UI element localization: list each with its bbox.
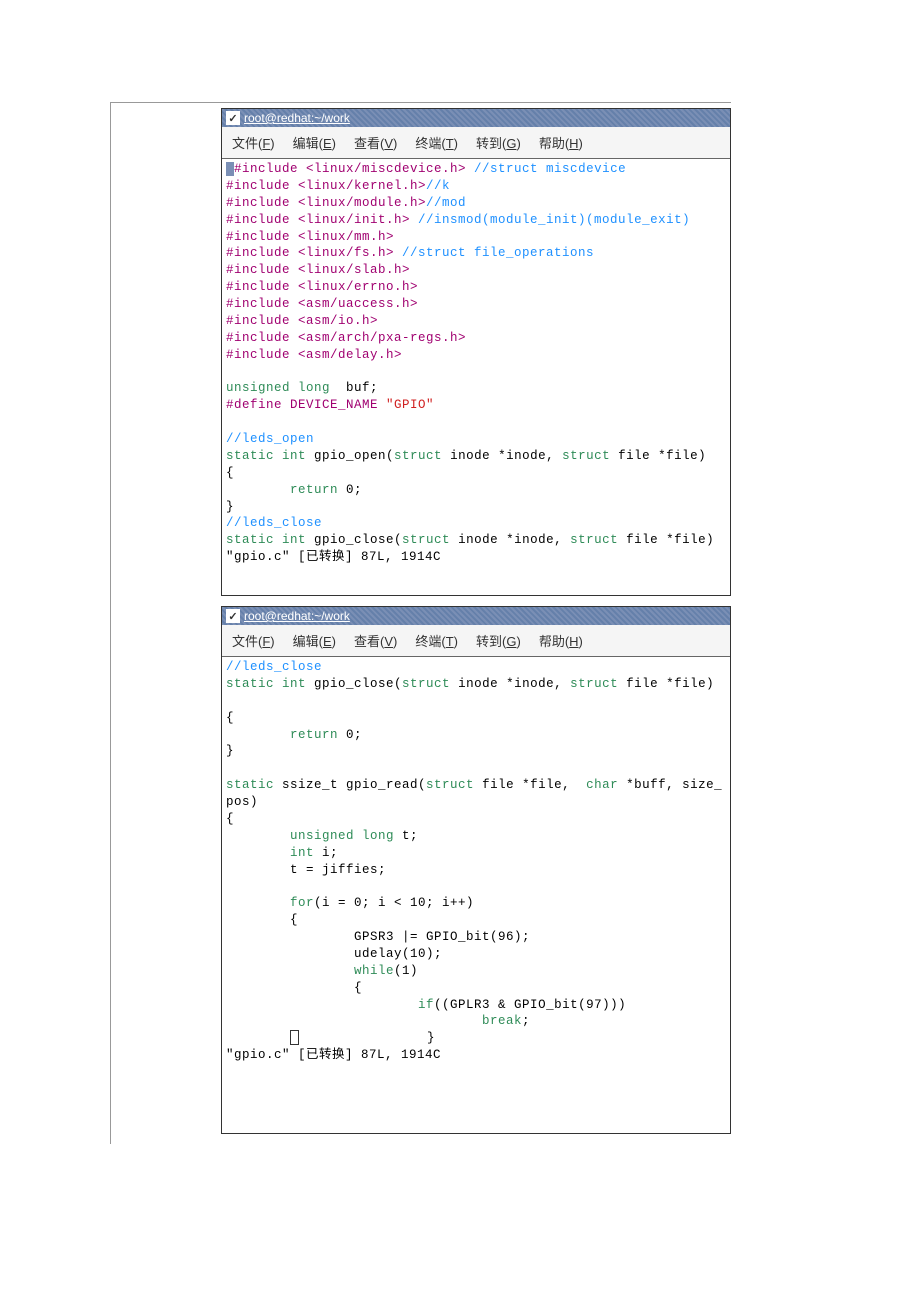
menu-file[interactable]: 文件(F): [232, 631, 275, 650]
status-line-1: "gpio.c" [已转换] 87L, 1914C: [226, 550, 441, 564]
menu-edit[interactable]: 编辑(E): [293, 631, 336, 650]
window-menu-icon[interactable]: ✓: [226, 111, 240, 125]
menu-help[interactable]: 帮助(H): [539, 133, 583, 152]
menu-go[interactable]: 转到(G): [476, 631, 521, 650]
menu-terminal[interactable]: 终端(T): [415, 133, 458, 152]
terminal-content-2[interactable]: //leds_close static int gpio_close(struc…: [222, 657, 730, 1133]
menu-file[interactable]: 文件(F): [232, 133, 275, 152]
terminal-window-2: ✓ root@redhat:~/work 文件(F) 编辑(E) 查看(V) 终…: [221, 606, 731, 1134]
status-line-2: "gpio.c" [已转换] 87L, 1914C: [226, 1048, 441, 1062]
cursor-icon: [226, 162, 234, 176]
menubar-1: 文件(F) 编辑(E) 查看(V) 终端(T) 转到(G) 帮助(H): [222, 127, 730, 159]
menu-edit[interactable]: 编辑(E): [293, 133, 336, 152]
window-title: root@redhat:~/work: [244, 609, 350, 623]
menu-help[interactable]: 帮助(H): [539, 631, 583, 650]
menu-go[interactable]: 转到(G): [476, 133, 521, 152]
menu-view[interactable]: 查看(V): [354, 133, 397, 152]
menu-terminal[interactable]: 终端(T): [415, 631, 458, 650]
window-title: root@redhat:~/work: [244, 111, 350, 125]
menubar-2: 文件(F) 编辑(E) 查看(V) 终端(T) 转到(G) 帮助(H): [222, 625, 730, 657]
text-cursor-icon: [290, 1030, 299, 1045]
menu-view[interactable]: 查看(V): [354, 631, 397, 650]
terminal-content-1[interactable]: #include <linux/miscdevice.h> //struct m…: [222, 159, 730, 595]
titlebar-2[interactable]: ✓ root@redhat:~/work: [222, 607, 730, 625]
terminal-window-1: ✓ root@redhat:~/work 文件(F) 编辑(E) 查看(V) 终…: [221, 108, 731, 596]
window-menu-icon[interactable]: ✓: [226, 609, 240, 623]
titlebar-1[interactable]: ✓ root@redhat:~/work: [222, 109, 730, 127]
